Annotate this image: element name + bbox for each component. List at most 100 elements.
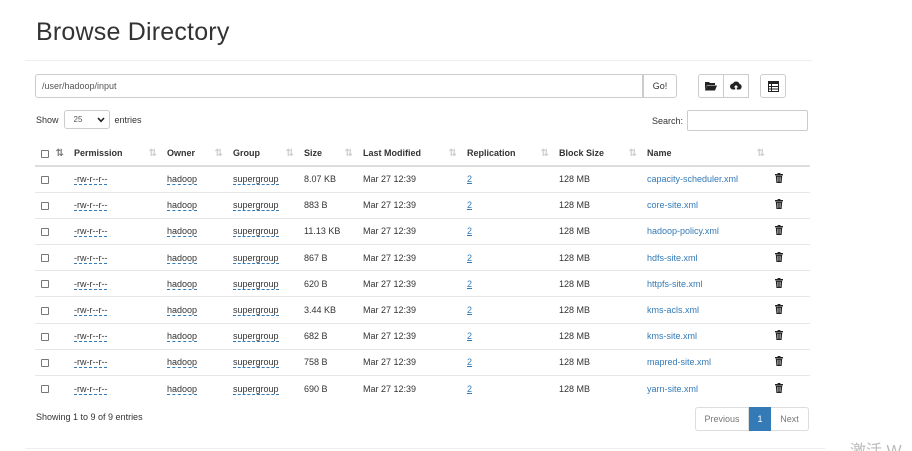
row-checkbox[interactable] <box>41 306 49 315</box>
search-input[interactable] <box>687 110 809 131</box>
row-checkbox[interactable] <box>41 201 49 210</box>
file-name-link[interactable]: hadoop-policy.xml <box>647 226 719 236</box>
file-name-link[interactable]: kms-site.xml <box>647 331 697 341</box>
block-size-cell: 128 MB <box>559 174 591 185</box>
permission-link[interactable]: -rw-r--r-- <box>74 252 108 264</box>
permission-link[interactable]: -rw-r--r-- <box>74 331 108 343</box>
file-name-link[interactable]: httpfs-site.xml <box>647 279 703 289</box>
go-button[interactable]: Go! <box>643 74 677 98</box>
owner-link[interactable]: hadoop <box>167 252 198 264</box>
column-header-actions <box>769 141 810 167</box>
file-name-link[interactable]: core-site.xml <box>647 200 698 210</box>
path-bar: Go! <box>35 74 813 98</box>
column-header-group[interactable]: Group ⇅ <box>227 141 298 167</box>
modified-cell: Mar 27 12:39 <box>357 322 461 350</box>
owner-link[interactable]: hadoop <box>167 226 198 238</box>
permission-link[interactable]: -rw-r--r-- <box>74 278 108 290</box>
entries-per-page-select[interactable]: 25 <box>63 110 110 129</box>
permission-link[interactable]: -rw-r--r-- <box>74 174 108 186</box>
owner-link[interactable]: hadoop <box>167 200 198 212</box>
replication-link[interactable]: 2 <box>467 357 472 367</box>
next-page-button[interactable]: Next <box>771 407 809 431</box>
file-name-link[interactable]: capacity-scheduler.xml <box>647 174 738 184</box>
replication-link[interactable]: 2 <box>467 174 472 184</box>
owner-link[interactable]: hadoop <box>167 331 198 343</box>
group-link[interactable]: supergroup <box>233 305 279 317</box>
previous-page-button[interactable]: Previous <box>695 407 749 431</box>
column-header-last-modified[interactable]: Last Modified ⇅ <box>357 141 461 167</box>
row-checkbox[interactable] <box>41 254 49 263</box>
delete-button[interactable] <box>775 251 783 264</box>
file-name-link[interactable]: yarn-site.xml <box>647 384 698 394</box>
delete-button[interactable] <box>775 277 783 290</box>
owner-link[interactable]: hadoop <box>167 305 198 317</box>
file-name-link[interactable]: mapred-site.xml <box>647 357 711 367</box>
owner-link[interactable]: hadoop <box>167 174 198 186</box>
name-cell: core-site.xml <box>641 191 769 219</box>
column-header-replication[interactable]: Replication ⇅ <box>461 141 553 167</box>
block-size-cell: 128 MB <box>553 244 641 271</box>
owner-link[interactable]: hadoop <box>167 278 198 290</box>
row-checkbox[interactable] <box>41 332 49 341</box>
replication-link[interactable]: 2 <box>467 331 472 341</box>
group-link[interactable]: supergroup <box>233 252 279 264</box>
create-directory-button[interactable] <box>698 74 724 98</box>
table-row: -rw-r--r-- hadoop supergroup 8.07 KB Mar 27 … <box>35 166 810 192</box>
name-cell: kms-site.xml <box>641 322 769 350</box>
delete-button[interactable] <box>775 225 783 237</box>
file-name-link[interactable]: kms-acls.xml <box>647 305 699 315</box>
row-checkbox[interactable] <box>41 385 49 394</box>
delete-button[interactable] <box>775 304 783 316</box>
row-checkbox[interactable] <box>41 228 49 237</box>
group-link[interactable]: supergroup <box>233 357 279 369</box>
cut-paste-button[interactable] <box>760 74 786 98</box>
replication-link[interactable]: 2 <box>467 226 472 236</box>
file-table: ⇅ Permission ⇅ Owner ⇅ Group ⇅ Size ⇅ Last M… <box>35 141 810 402</box>
delete-button[interactable] <box>775 382 783 395</box>
permission-link[interactable]: -rw-r--r-- <box>74 383 108 395</box>
replication-link[interactable]: 2 <box>467 200 472 210</box>
replication-link[interactable]: 2 <box>467 279 472 289</box>
column-header-size[interactable]: Size ⇅ <box>298 141 357 167</box>
delete-button[interactable] <box>775 330 783 342</box>
size-cell: 883 B <box>298 191 357 219</box>
row-checkbox[interactable] <box>41 280 49 289</box>
group-link[interactable]: supergroup <box>233 200 279 212</box>
group-link[interactable]: supergroup <box>233 226 279 238</box>
table-row: -rw-r--r-- hadoop supergroup 883 B Mar 27 12… <box>35 191 810 219</box>
replication-link[interactable]: 2 <box>467 253 472 263</box>
replication-link[interactable]: 2 <box>467 384 472 394</box>
row-checkbox[interactable] <box>41 175 49 184</box>
select-all-checkbox[interactable] <box>41 149 49 158</box>
file-name-link[interactable]: hdfs-site.xml <box>647 253 698 263</box>
directory-path-input[interactable] <box>35 74 643 98</box>
column-header-block-size[interactable]: Block Size ⇅ <box>553 141 641 167</box>
delete-cell <box>769 191 810 219</box>
group-link[interactable]: supergroup <box>233 383 279 395</box>
replication-link[interactable]: 2 <box>467 305 472 315</box>
group-link[interactable]: supergroup <box>233 331 279 343</box>
column-header-owner[interactable]: Owner ⇅ <box>161 141 227 167</box>
column-header-name[interactable]: Name ⇅ <box>641 141 769 167</box>
sort-icon: ⇅ <box>540 148 550 159</box>
group-link[interactable]: supergroup <box>233 278 279 290</box>
owner-link[interactable]: hadoop <box>167 357 198 369</box>
column-header-permission[interactable]: Permission ⇅ <box>68 141 161 167</box>
delete-button[interactable] <box>775 173 783 185</box>
entries-per-page-value: 25 <box>73 115 83 124</box>
group-link[interactable]: supergroup <box>233 174 279 186</box>
permission-link[interactable]: -rw-r--r-- <box>74 305 108 317</box>
row-checkbox[interactable] <box>41 359 49 368</box>
permission-link[interactable]: -rw-r--r-- <box>74 200 108 212</box>
sort-icon[interactable]: ⇅ <box>56 148 65 159</box>
delete-button[interactable] <box>775 199 783 211</box>
delete-button[interactable] <box>775 356 783 368</box>
permission-cell: -rw-r--r-- <box>68 348 161 376</box>
page-1-button[interactable]: 1 <box>749 407 771 431</box>
owner-link[interactable]: hadoop <box>167 383 198 395</box>
permission-link[interactable]: -rw-r--r-- <box>74 226 108 238</box>
page-length-control: Show 25 entries <box>36 110 142 129</box>
permission-link[interactable]: -rw-r--r-- <box>74 357 108 369</box>
select-all-header: ⇅ <box>35 141 68 167</box>
upload-file-button[interactable] <box>724 74 749 98</box>
